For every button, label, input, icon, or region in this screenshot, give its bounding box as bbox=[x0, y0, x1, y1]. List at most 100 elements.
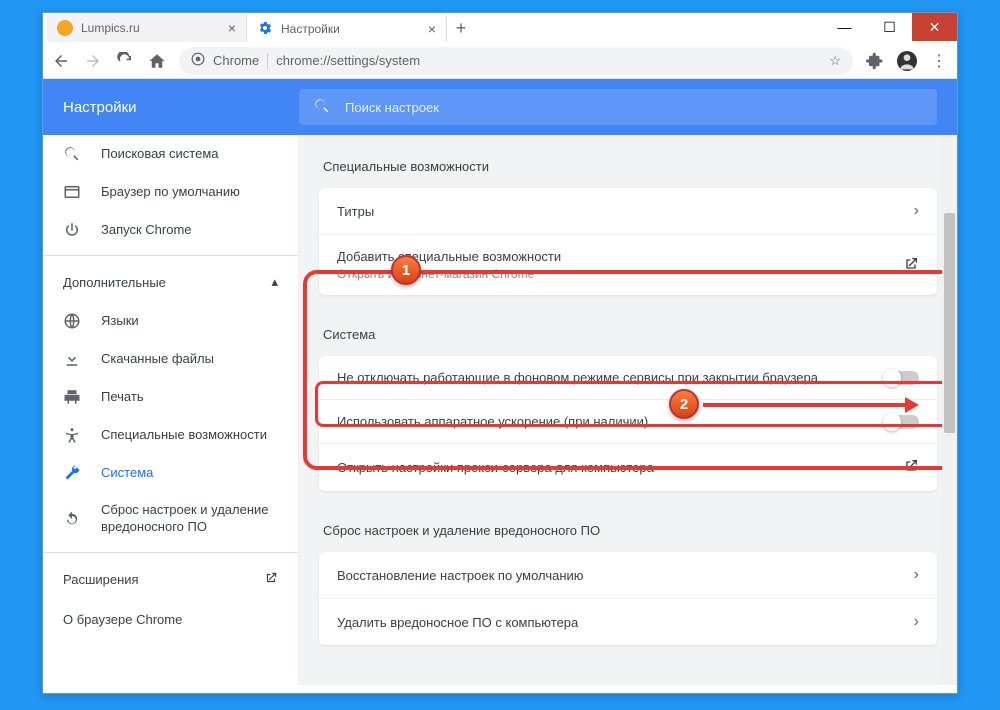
omnibox-scheme: Chrome bbox=[213, 53, 259, 68]
extensions-label: Расширения bbox=[63, 572, 139, 587]
toolbar: Chrome chrome://settings/system ☆ ⋮ bbox=[43, 43, 957, 79]
row-label: Использовать аппаратное ускорение (при н… bbox=[337, 414, 885, 429]
power-icon bbox=[63, 221, 81, 239]
globe-icon bbox=[63, 312, 81, 330]
about-label: О браузере Chrome bbox=[63, 612, 182, 627]
reset-icon bbox=[63, 510, 81, 528]
titlebar: Lumpics.ru × Настройки × + — ☐ ✕ bbox=[43, 13, 957, 43]
tab-title: Lumpics.ru bbox=[81, 21, 140, 35]
row-label: Добавить специальные возможности bbox=[337, 249, 903, 264]
annotation-callout-2: 2 bbox=[669, 389, 699, 419]
row-background-apps[interactable]: Не отключать работающие в фоновом режиме… bbox=[319, 356, 937, 400]
extensions-icon[interactable] bbox=[865, 51, 885, 71]
gear-icon bbox=[257, 20, 273, 39]
sidebar-item-system[interactable]: Система bbox=[43, 454, 298, 492]
close-window-button[interactable]: ✕ bbox=[912, 13, 957, 41]
forward-button[interactable] bbox=[83, 51, 103, 71]
settings-header: Настройки Поиск настроек bbox=[43, 79, 957, 135]
sidebar-item-default-browser[interactable]: Браузер по умолчанию bbox=[43, 173, 298, 211]
tab-favicon-icon bbox=[57, 20, 73, 36]
row-proxy-settings[interactable]: Открыть настройки прокси-сервера для ком… bbox=[319, 444, 937, 491]
chevron-right-icon: › bbox=[914, 613, 919, 631]
row-label: Восстановление настроек по умолчанию bbox=[337, 568, 914, 583]
row-captions[interactable]: Титры › bbox=[319, 188, 937, 235]
divider bbox=[267, 53, 268, 69]
row-label: Удалить вредоносное ПО с компьютера bbox=[337, 615, 914, 630]
sidebar-item-print[interactable]: Печать bbox=[43, 378, 298, 416]
sidebar-label: Специальные возможности bbox=[101, 427, 278, 444]
sidebar-label: Языки bbox=[101, 313, 278, 330]
toggle-switch[interactable] bbox=[885, 415, 919, 429]
settings-search[interactable]: Поиск настроек bbox=[299, 89, 937, 125]
search-placeholder: Поиск настроек bbox=[345, 100, 439, 115]
search-icon bbox=[313, 97, 331, 118]
section-title-a11y: Специальные возможности bbox=[319, 147, 937, 188]
external-link-icon bbox=[264, 571, 278, 588]
sidebar-item-reset[interactable]: Сброс настроек и удаление вредоносного П… bbox=[43, 492, 298, 546]
chevron-right-icon: › bbox=[914, 202, 919, 220]
reset-card: Восстановление настроек по умолчанию › У… bbox=[319, 552, 937, 645]
section-title-system: Система bbox=[319, 315, 937, 356]
window-controls: — ☐ ✕ bbox=[822, 13, 957, 41]
annotation-arrow bbox=[703, 403, 909, 407]
browser-window: Lumpics.ru × Настройки × + — ☐ ✕ Chrome bbox=[42, 12, 958, 694]
section-title-reset: Сброс настроек и удаление вредоносного П… bbox=[319, 511, 937, 552]
close-icon[interactable]: × bbox=[428, 21, 436, 37]
sidebar-item-search-engine[interactable]: Поисковая система bbox=[43, 135, 298, 173]
tab-settings[interactable]: Настройки × bbox=[247, 14, 447, 42]
below-header: Поисковая система Браузер по умолчанию З… bbox=[43, 135, 957, 685]
sidebar-label: Печать bbox=[101, 389, 278, 406]
maximize-button[interactable]: ☐ bbox=[867, 13, 912, 41]
sidebar-item-downloads[interactable]: Скачанные файлы bbox=[43, 340, 298, 378]
chrome-icon bbox=[191, 52, 205, 69]
external-link-icon bbox=[903, 458, 919, 477]
close-icon[interactable]: × bbox=[228, 20, 236, 36]
settings-title: Настройки bbox=[43, 99, 299, 116]
download-icon bbox=[63, 350, 81, 368]
sidebar-label: Запуск Chrome bbox=[101, 222, 278, 239]
wrench-icon bbox=[63, 464, 81, 482]
print-icon bbox=[63, 388, 81, 406]
row-label: Титры bbox=[337, 204, 914, 219]
sidebar-about-link[interactable]: О браузере Chrome bbox=[43, 600, 298, 639]
sidebar-advanced-toggle[interactable]: Дополнительные ▴ bbox=[43, 262, 298, 302]
kebab-menu-icon[interactable]: ⋮ bbox=[929, 51, 949, 71]
tabs-row: Lumpics.ru × Настройки × + bbox=[43, 13, 475, 43]
sidebar-item-accessibility[interactable]: Специальные возможности bbox=[43, 416, 298, 454]
sidebar-item-startup[interactable]: Запуск Chrome bbox=[43, 211, 298, 249]
home-button[interactable] bbox=[147, 51, 167, 71]
toggle-switch[interactable] bbox=[885, 371, 919, 385]
profile-avatar[interactable] bbox=[897, 51, 917, 71]
search-icon bbox=[63, 145, 81, 163]
chevron-right-icon: › bbox=[914, 566, 919, 584]
sidebar: Поисковая система Браузер по умолчанию З… bbox=[43, 135, 299, 685]
browser-icon bbox=[63, 183, 81, 201]
row-label: Не отключать работающие в фоновом режиме… bbox=[337, 370, 885, 385]
bookmark-star-icon[interactable]: ☆ bbox=[829, 53, 841, 69]
divider bbox=[43, 552, 298, 553]
sidebar-label: Сброс настроек и удаление вредоносного П… bbox=[101, 502, 278, 536]
sidebar-label: Система bbox=[101, 465, 278, 482]
sidebar-item-languages[interactable]: Языки bbox=[43, 302, 298, 340]
row-sublabel: Открыть Интернет-магазин Chrome bbox=[337, 267, 903, 281]
main-area: Настройки Поиск настроек Поисковая систе… bbox=[43, 79, 957, 685]
system-card: Не отключать работающие в фоновом режиме… bbox=[319, 356, 937, 491]
advanced-label: Дополнительные bbox=[63, 275, 166, 290]
chevron-up-icon: ▴ bbox=[271, 274, 278, 290]
scrollbar-thumb[interactable] bbox=[944, 213, 955, 433]
divider bbox=[43, 255, 298, 256]
annotation-callout-1: 1 bbox=[391, 255, 421, 285]
new-tab-button[interactable]: + bbox=[447, 14, 475, 42]
row-cleanup[interactable]: Удалить вредоносное ПО с компьютера › bbox=[319, 599, 937, 645]
accessibility-icon bbox=[63, 426, 81, 444]
settings-body[interactable]: Специальные возможности Титры › Добавить… bbox=[299, 135, 957, 685]
external-link-icon bbox=[903, 256, 919, 275]
tab-lumpics[interactable]: Lumpics.ru × bbox=[47, 14, 247, 42]
scrollbar-track[interactable] bbox=[942, 135, 957, 685]
reload-button[interactable] bbox=[115, 51, 135, 71]
back-button[interactable] bbox=[51, 51, 71, 71]
row-restore-defaults[interactable]: Восстановление настроек по умолчанию › bbox=[319, 552, 937, 599]
address-bar[interactable]: Chrome chrome://settings/system ☆ bbox=[179, 47, 853, 75]
sidebar-extensions-link[interactable]: Расширения bbox=[43, 559, 298, 600]
minimize-button[interactable]: — bbox=[822, 13, 867, 41]
